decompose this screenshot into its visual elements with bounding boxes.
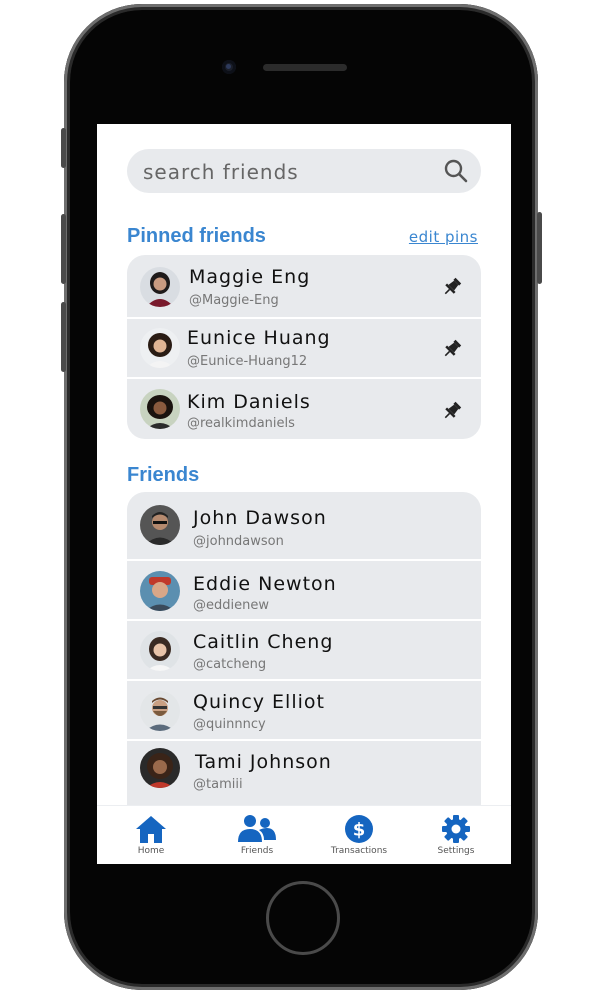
avatar [140, 389, 180, 429]
pin-icon[interactable] [441, 400, 463, 422]
friends-list: John Dawson @johndawson Eddie Newton @ed… [127, 492, 481, 822]
pinned-friends-title: Pinned friends [127, 225, 266, 247]
friend-handle: @eddienew [193, 598, 269, 613]
friend-row[interactable]: John Dawson @johndawson [127, 492, 481, 561]
svg-text:$: $ [353, 820, 366, 841]
friends-icon [238, 815, 276, 842]
avatar [140, 691, 180, 731]
front-camera [222, 60, 236, 74]
search-icon[interactable] [443, 158, 469, 184]
friend-name: Quincy Elliot [193, 691, 325, 713]
friends-title: Friends [127, 464, 200, 486]
avatar [140, 267, 180, 307]
friend-handle: @realkimdaniels [187, 416, 295, 431]
search-bar[interactable] [127, 149, 481, 195]
tab-friends[interactable]: Friends [212, 806, 302, 864]
friend-name: Eunice Huang [187, 327, 331, 349]
volume-down-button [61, 302, 66, 372]
tab-label: Transactions [330, 846, 388, 856]
home-hardware-button[interactable] [266, 881, 340, 955]
app-screen: Pinned friends edit pins Maggie Eng @Mag… [97, 124, 511, 864]
friend-handle: @johndawson [193, 534, 284, 549]
power-button [537, 212, 542, 284]
avatar [140, 571, 180, 611]
tab-home[interactable]: Home [106, 806, 196, 864]
friend-name: Maggie Eng [189, 266, 311, 288]
tab-label: Home [137, 846, 165, 856]
friend-name: John Dawson [193, 507, 327, 529]
friend-name: Caitlin Cheng [193, 631, 334, 653]
friend-handle: @quinnncy [193, 717, 266, 732]
pinned-friend-row[interactable]: Kim Daniels @realkimdaniels [127, 379, 481, 439]
friend-handle: @tamiii [193, 777, 243, 792]
tab-label: Settings [437, 846, 475, 856]
pinned-friend-row[interactable]: Maggie Eng @Maggie-Eng [127, 255, 481, 319]
friend-row[interactable]: Caitlin Cheng @catcheng [127, 621, 481, 681]
friend-handle: @Maggie-Eng [189, 293, 279, 308]
search-input[interactable] [141, 149, 435, 195]
friend-name: Kim Daniels [187, 391, 311, 413]
edit-pins-link[interactable]: edit pins [409, 228, 478, 246]
volume-up-button [61, 214, 66, 284]
friend-handle: @catcheng [193, 657, 267, 672]
avatar [140, 748, 180, 788]
tab-label: Friends [240, 846, 274, 856]
tab-transactions[interactable]: $ Transactions [314, 806, 404, 864]
pin-icon[interactable] [441, 276, 463, 298]
dollar-icon: $ [345, 815, 373, 843]
bottom-tab-bar: Home Friends $ Transactions Settings [97, 805, 511, 864]
pin-icon[interactable] [441, 338, 463, 360]
pinned-friends-list: Maggie Eng @Maggie-Eng Eunice Huang @Eun… [127, 255, 481, 439]
friend-name: Eddie Newton [193, 573, 337, 595]
silent-switch [61, 128, 66, 168]
tab-settings[interactable]: Settings [411, 806, 501, 864]
home-icon [136, 816, 166, 843]
avatar [140, 631, 180, 671]
avatar [140, 505, 180, 545]
friend-row[interactable]: Eddie Newton @eddienew [127, 561, 481, 621]
friend-handle: @Eunice-Huang12 [187, 354, 308, 369]
friend-name: Tami Johnson [195, 751, 332, 773]
pinned-friend-row[interactable]: Eunice Huang @Eunice-Huang12 [127, 319, 481, 379]
friend-row[interactable]: Quincy Elliot @quinnncy [127, 681, 481, 741]
avatar [140, 328, 180, 368]
gear-icon [442, 815, 470, 843]
earpiece-speaker [263, 64, 347, 71]
